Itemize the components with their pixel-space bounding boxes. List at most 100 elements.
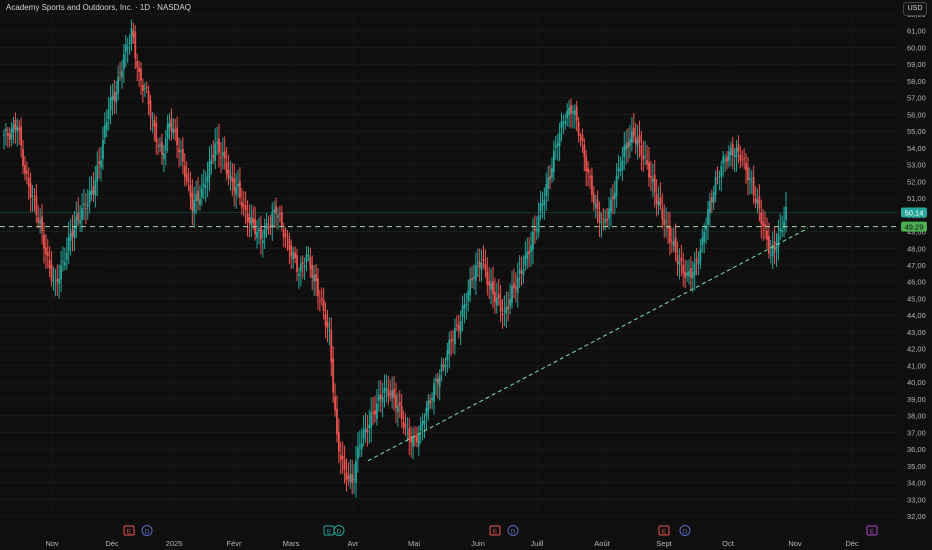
candle-body — [387, 389, 390, 397]
candle-body — [81, 208, 83, 220]
candle-body — [412, 437, 414, 447]
candle-body — [60, 265, 62, 280]
time-axis[interactable]: Nov Déc 2025 Févr Mars Avr Mai Juin Juill Août Sep… — [45, 539, 859, 548]
candle-body — [436, 378, 439, 384]
candle-body — [587, 168, 590, 173]
candle-body — [366, 429, 369, 433]
candle-body — [231, 177, 234, 183]
candle-body — [438, 375, 441, 388]
candle-body — [568, 107, 570, 116]
chart-title: Academy Sports and Outdoors, Inc. · 1D ·… — [6, 3, 191, 12]
candle-body — [343, 459, 346, 471]
candle-body — [65, 252, 68, 261]
candle-body — [461, 306, 464, 317]
candle-body — [161, 141, 163, 155]
candle-body — [396, 405, 399, 413]
candle-body — [172, 128, 175, 134]
candle-body — [5, 128, 7, 132]
candle-body — [122, 54, 125, 69]
candle-body — [499, 300, 502, 312]
candle-body — [351, 474, 354, 484]
event-marker-label: D — [337, 529, 342, 536]
candle-body — [693, 262, 696, 276]
price-chart[interactable]: 32,00 33,00 34,00 35,00 36,00 37,00 38,00 39,00… — [0, 0, 932, 550]
candle-body — [691, 272, 694, 279]
candle-body — [303, 265, 306, 268]
candle-body — [29, 183, 32, 198]
candle-body — [132, 30, 135, 38]
candle-body — [349, 474, 352, 482]
candle-body — [741, 159, 744, 161]
candle-body — [767, 236, 770, 254]
candle-body — [227, 169, 230, 178]
price-axis[interactable]: 32,00 33,00 34,00 35,00 36,00 37,00 38,00 39,00… — [907, 10, 926, 521]
candle-body — [594, 203, 597, 208]
candle-body — [503, 310, 506, 312]
candle-body — [511, 285, 513, 303]
candle-body — [484, 263, 487, 271]
x-tick-label: Déc — [845, 539, 859, 548]
candle-body — [328, 329, 331, 331]
candle-body — [650, 175, 652, 179]
candle-body — [250, 217, 253, 226]
candle-body — [655, 194, 658, 204]
candle-body — [138, 67, 140, 72]
x-tick-label: Déc — [105, 539, 119, 548]
currency-button[interactable]: USD — [903, 2, 927, 16]
candle-body — [94, 180, 97, 196]
candle-body — [183, 165, 186, 177]
candle-body — [676, 254, 679, 264]
candle-body — [181, 148, 184, 162]
candle-body — [44, 247, 47, 255]
candle-body — [695, 258, 698, 262]
candle-body — [197, 190, 199, 201]
candle-body — [400, 405, 403, 420]
candle-body — [619, 169, 622, 171]
candle-body — [777, 234, 780, 248]
candle-body — [556, 143, 559, 147]
y-tick-label: 37,00 — [907, 428, 926, 437]
candle-body — [625, 143, 628, 150]
candle-body — [535, 229, 538, 231]
candle-body — [347, 476, 350, 479]
candle-body — [56, 278, 59, 282]
candle-body — [467, 291, 470, 301]
candle-body — [41, 216, 43, 231]
candle-body — [33, 199, 36, 201]
candle-body — [406, 427, 409, 429]
candle-body — [252, 218, 255, 223]
candle-body — [482, 258, 485, 261]
candle-body — [596, 199, 599, 210]
candle-body — [573, 110, 576, 116]
candle-body — [530, 245, 532, 252]
candle-body — [575, 106, 578, 121]
candle-body — [199, 199, 201, 205]
candle-body — [632, 127, 635, 137]
candle-body — [431, 397, 434, 401]
y-tick-label: 56,00 — [907, 110, 926, 119]
candle-body — [659, 197, 662, 205]
candle-body — [216, 141, 218, 144]
y-tick-label: 51,00 — [907, 194, 926, 203]
candle-body — [686, 272, 688, 276]
candle-body — [18, 128, 21, 131]
candle-body — [377, 394, 380, 401]
candle-body — [720, 166, 723, 177]
candle-body — [478, 261, 481, 268]
candle-body — [670, 241, 673, 243]
candle-body — [558, 132, 561, 147]
candle-body — [111, 95, 114, 101]
candle-body — [362, 430, 365, 440]
event-marker-label: E — [493, 529, 498, 536]
candle-body — [10, 128, 13, 139]
candle-body — [292, 252, 295, 260]
candle-body — [748, 178, 751, 181]
candle-body — [444, 364, 447, 368]
candle-body — [610, 199, 612, 213]
candle-body — [731, 144, 734, 156]
level-price-label: 49,29 — [905, 223, 924, 232]
candle-body — [208, 161, 211, 178]
candle-body — [360, 442, 363, 450]
candle-body — [402, 422, 405, 429]
y-tick-label: 41,00 — [907, 361, 926, 370]
